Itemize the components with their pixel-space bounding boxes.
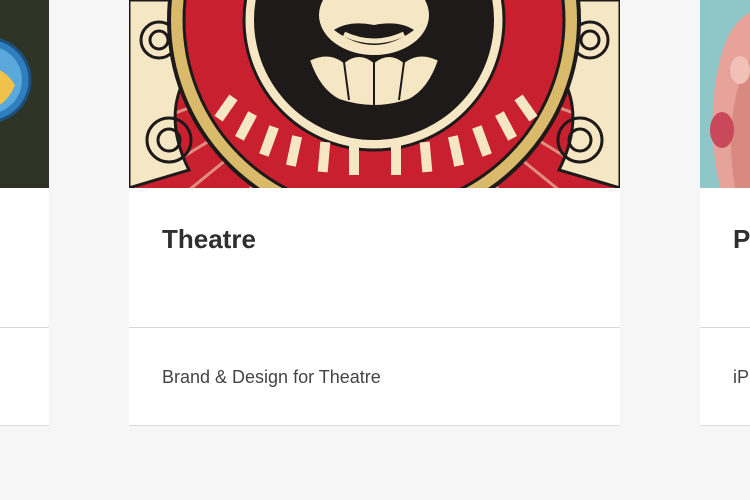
card-subtitle: iP [733,367,750,387]
card-left-thumbnail[interactable] [0,0,49,188]
card-right-thumbnail[interactable] [700,0,750,188]
theatre-poster-emblem [129,0,620,188]
card-divider [700,327,750,328]
card-subtitle: Brand & Design for Theatre [162,367,381,387]
card-divider [129,327,620,328]
globe-icon [0,0,49,188]
theatre-thumbnail[interactable] [129,0,620,188]
hand-photo [700,0,750,188]
card-title[interactable]: Theatre [162,224,256,255]
card-divider [0,327,49,328]
portfolio-card-right[interactable]: P iP [700,0,750,426]
portfolio-card-left[interactable] [0,0,49,426]
portfolio-card-theatre[interactable]: Theatre Brand & Design for Theatre [129,0,620,426]
card-title[interactable]: P [733,224,750,255]
